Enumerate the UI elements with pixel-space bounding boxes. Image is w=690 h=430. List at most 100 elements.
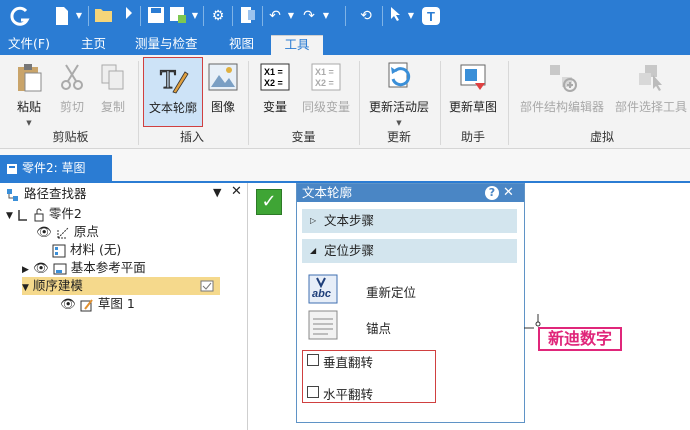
svg-text:T: T xyxy=(427,9,435,24)
section-text-step-label: 文本步骤 xyxy=(324,213,375,228)
cut-button[interactable]: 剪切 xyxy=(52,57,92,127)
part-structure-editor-label: 部件结构编辑器 xyxy=(519,100,604,114)
panel-title-bar: 文本轮廓 ? ✕ xyxy=(297,184,524,202)
part-structure-editor-button[interactable]: 部件结构编辑器 xyxy=(514,57,610,127)
variable-icon: X1 =X2 = xyxy=(260,63,290,91)
pin-icon[interactable] xyxy=(118,6,134,26)
horizontal-flip-checkbox[interactable] xyxy=(307,386,319,398)
lock-icon xyxy=(34,208,44,221)
image-icon xyxy=(208,63,238,91)
chevron-down-icon[interactable]: ▼ xyxy=(396,119,401,127)
chevron-down-icon[interactable]: ▼ xyxy=(74,6,84,26)
image-label: 图像 xyxy=(210,100,235,114)
tab-file[interactable]: 文件(F) xyxy=(4,35,54,55)
tab-tools[interactable]: 工具 xyxy=(271,35,323,55)
eye-icon[interactable]: 👁 xyxy=(36,224,52,239)
save-icon[interactable] xyxy=(146,6,166,26)
text-outline-button[interactable]: T 文本轮廓 xyxy=(143,57,203,127)
save-as-icon[interactable] xyxy=(168,6,188,26)
update-active-layer-label: 更新活动层 xyxy=(368,100,429,114)
image-button[interactable]: 图像 xyxy=(205,57,241,127)
group-insert-label: 插入 xyxy=(179,130,204,144)
update-sketch-icon xyxy=(460,64,486,90)
update-active-layer-button[interactable]: 更新活动层 ▼ xyxy=(364,57,434,127)
svg-text:T: T xyxy=(160,65,176,94)
update-sketch-button[interactable]: 更新草图 xyxy=(445,57,501,127)
tree-item-material[interactable]: 材料 (无) xyxy=(52,241,121,259)
redo-icon[interactable]: ↷ xyxy=(300,6,318,26)
panel-menu-icon[interactable]: ▼ xyxy=(213,186,221,199)
new-file-icon[interactable] xyxy=(52,6,72,26)
chevron-down-icon[interactable]: ▼ xyxy=(26,119,31,127)
horizontal-flip-label: 水平翻转 xyxy=(323,387,374,402)
accept-button[interactable]: ✓ xyxy=(256,189,282,215)
collapse-arrow-icon[interactable]: ▼ xyxy=(6,211,13,221)
paste-icon xyxy=(18,64,42,92)
anchor-icon xyxy=(308,310,338,340)
chevron-down-icon[interactable]: ▼ xyxy=(406,6,416,26)
tab-home[interactable]: 主页 xyxy=(77,35,110,55)
close-document-icon[interactable] xyxy=(238,6,258,26)
chevron-down-icon[interactable]: ▼ xyxy=(286,6,296,26)
document-tab[interactable]: 零件2: 草图 xyxy=(0,155,112,183)
text-outline-panel: 文本轮廓 ? ✕ ▷ 文本步骤 ◢ 定位步骤 abc 重新定位 锚点 垂直翻转 … xyxy=(296,183,525,423)
update-sketch-label: 更新草图 xyxy=(448,100,497,114)
close-icon[interactable]: ✕ xyxy=(231,184,242,199)
svg-text:X1 =: X1 = xyxy=(264,67,283,77)
tab-view[interactable]: 视图 xyxy=(225,35,258,55)
anchor-button[interactable] xyxy=(308,310,338,340)
variable-label: 变量 xyxy=(262,100,287,114)
same-variable-button[interactable]: X1 = X2 = 同级变量 xyxy=(298,57,354,127)
tab-measure-inspect[interactable]: 测量与检查 xyxy=(131,35,202,55)
section-text-step[interactable]: ▷ 文本步骤 xyxy=(302,209,517,233)
app-logo-icon[interactable] xyxy=(8,6,32,26)
select-cursor-icon[interactable] xyxy=(388,6,404,26)
document-tab-strip: 零件2: 草图 xyxy=(0,149,690,183)
settings-icon[interactable]: ⚙ xyxy=(208,6,228,26)
copy-button[interactable]: 复制 xyxy=(93,57,133,127)
svg-text:abc: abc xyxy=(312,288,331,300)
tree-item-label: 原点 xyxy=(73,224,99,239)
open-file-icon[interactable] xyxy=(94,6,114,26)
variable-button[interactable]: X1 = X2 = 变量 xyxy=(253,57,297,127)
panel-title: 文本轮廓 xyxy=(302,185,353,200)
separator xyxy=(359,61,360,145)
collapse-arrow-icon: ◢ xyxy=(310,246,317,255)
tree-item-sequential-modeling[interactable]: ▼ 顺序建模 xyxy=(22,277,220,295)
section-position-step[interactable]: ◢ 定位步骤 xyxy=(302,239,517,263)
sequential-modeling-icon xyxy=(200,280,214,292)
back-icon[interactable]: ⟲ xyxy=(356,6,376,26)
tree-item-part[interactable]: ▼ 零件2 xyxy=(6,205,82,223)
svg-text:X2 =: X2 = xyxy=(264,78,283,88)
tree-item-origin[interactable]: 👁 原点 xyxy=(36,223,99,241)
eye-icon[interactable]: 👁 xyxy=(33,260,49,275)
expand-arrow-icon[interactable]: ▶ xyxy=(22,265,29,275)
tree-item-label: 顺序建模 xyxy=(32,278,83,293)
separator xyxy=(345,6,346,26)
expand-arrow-icon: ▷ xyxy=(310,216,317,225)
part-structure-icon xyxy=(550,65,577,92)
sketch-text-preview[interactable]: 新迪数字 xyxy=(538,327,622,351)
chevron-down-icon[interactable]: ▼ xyxy=(190,6,200,26)
close-icon[interactable]: ✕ xyxy=(503,184,514,202)
part-select-tool-button[interactable]: 部件选择工具 xyxy=(612,57,690,127)
separator xyxy=(232,6,233,26)
collapse-arrow-icon[interactable]: ▼ xyxy=(22,283,29,293)
same-variable-label: 同级变量 xyxy=(301,100,350,114)
help-icon[interactable]: ? xyxy=(485,186,499,200)
sketch-icon xyxy=(80,298,93,311)
separator xyxy=(382,6,383,26)
undo-icon[interactable]: ↶ xyxy=(266,6,284,26)
group-assistant-label: 助手 xyxy=(460,130,485,144)
tree-item-label: 材料 (无) xyxy=(69,242,122,257)
eye-icon[interactable]: 👁 xyxy=(60,296,76,311)
reposition-button[interactable]: abc xyxy=(308,274,338,304)
document-icon xyxy=(7,163,17,174)
tree-item-base-planes[interactable]: ▶ 👁 基本参考平面 xyxy=(22,259,146,277)
same-variable-icon: X1 =X2 = xyxy=(311,63,341,91)
vertical-flip-checkbox[interactable] xyxy=(307,354,319,366)
chevron-down-icon[interactable]: ▼ xyxy=(321,6,331,26)
paste-button[interactable]: 粘贴 ▼ xyxy=(8,57,50,127)
help-icon[interactable]: T xyxy=(421,6,441,26)
tree-item-sketch[interactable]: 👁 草图 1 xyxy=(60,295,135,313)
